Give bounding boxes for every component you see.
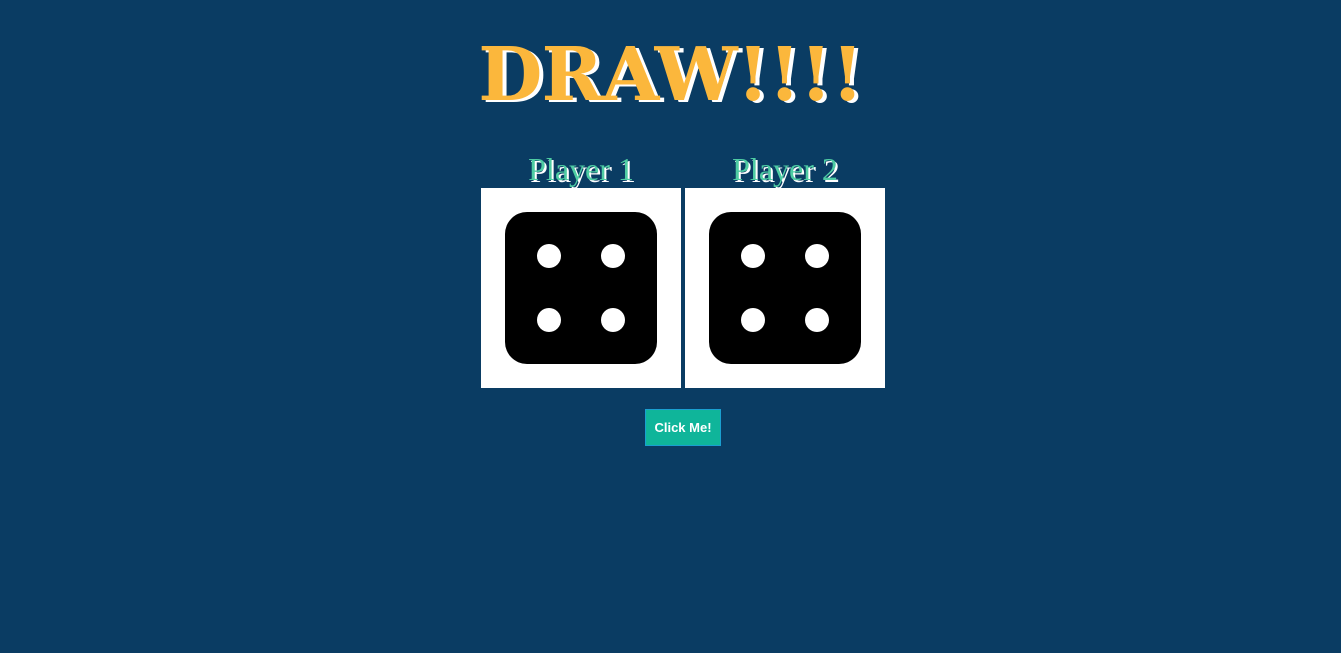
die-pip [741, 308, 765, 332]
die-pip [741, 244, 765, 268]
player-2-name: Player 2 [732, 151, 838, 187]
player-1-die [481, 188, 681, 388]
die-pip [537, 308, 561, 332]
roll-dice-button[interactable]: Click Me! [645, 409, 721, 446]
die-pip [805, 308, 829, 332]
result-heading: DRAW!!!! [478, 32, 863, 118]
player-1-panel: Player 1 [481, 150, 681, 388]
die-pip [601, 308, 625, 332]
player-2-die [685, 188, 885, 388]
die-pip [601, 244, 625, 268]
die-pip [537, 244, 561, 268]
game-page: DRAW!!!! Player 1 Player 2 Click Me! [0, 0, 1341, 653]
die-face-four-icon [709, 212, 861, 364]
die-face-four-icon [505, 212, 657, 364]
player-2-panel: Player 2 [685, 150, 885, 388]
die-pip [805, 244, 829, 268]
player-1-name: Player 1 [528, 151, 634, 187]
